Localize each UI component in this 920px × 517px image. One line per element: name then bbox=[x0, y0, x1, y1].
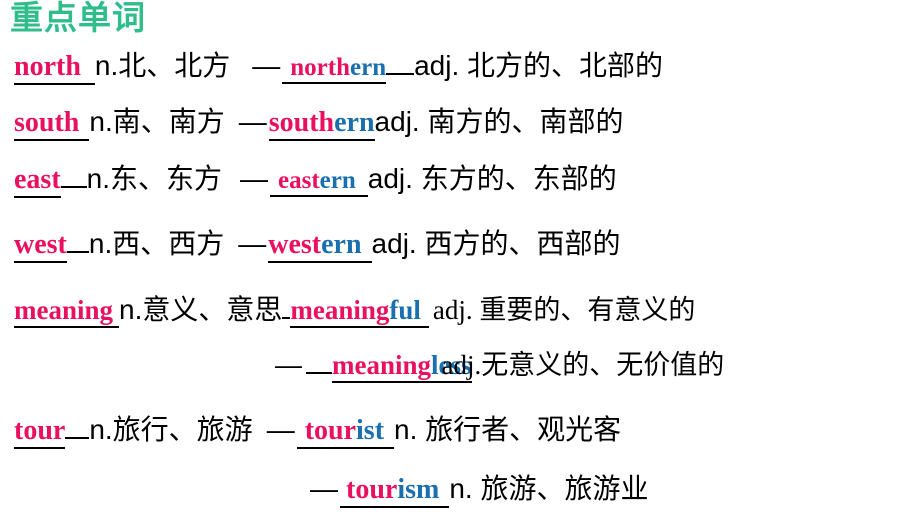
word-east: east bbox=[14, 164, 61, 198]
gloss-east-noun: n.东、东方 bbox=[86, 163, 223, 194]
blank-underline bbox=[306, 346, 332, 374]
connector-south: — bbox=[238, 106, 267, 137]
connector-meaningless: — bbox=[275, 350, 302, 380]
gloss-north-noun: n.北、北方 bbox=[94, 50, 231, 81]
vocabulary-row-west: west n.西、西方 —western adj. 西方的、西部的 bbox=[14, 222, 621, 263]
gloss-tourism-noun: n. 旅游、旅游业 bbox=[449, 473, 649, 504]
gloss-western-adj: adj. 西方的、西部的 bbox=[371, 228, 621, 259]
word-eastern-suffix: ern bbox=[319, 167, 368, 197]
gloss-south-noun: n.南、南方 bbox=[89, 106, 225, 137]
word-west: west bbox=[14, 229, 67, 263]
connector-tourism: — bbox=[310, 473, 338, 504]
blank-underline bbox=[386, 46, 415, 75]
gloss-eastern-adj: adj. 东方的、东部的 bbox=[367, 163, 617, 194]
gloss-tour-noun: n.旅行、旅游 bbox=[89, 414, 253, 445]
vocabulary-row-meaningless: — meaninglessadj.无意义的、无价值的 bbox=[275, 343, 754, 383]
gloss-west-noun: n.西、西方 bbox=[88, 228, 225, 259]
word-north: north bbox=[14, 51, 95, 85]
word-southern-suffix: ern bbox=[334, 107, 375, 141]
blank-underline bbox=[60, 159, 87, 188]
word-western-suffix: ern bbox=[321, 229, 372, 263]
vocabulary-row-south: south n.南、南方 —southernadj. 南方的、南部的 bbox=[14, 100, 624, 141]
page-title: 重点单词 bbox=[10, 0, 146, 36]
word-tour: tour bbox=[14, 415, 66, 449]
connector-tour: — bbox=[266, 414, 295, 445]
connector-east: — bbox=[240, 163, 269, 194]
word-meaningless-root: meaning bbox=[332, 350, 432, 383]
word-tourist-suffix: ist bbox=[356, 415, 395, 449]
vocabulary-row-tour: tour n.旅行、旅游 — tourist n. 旅行者、观光客 bbox=[14, 408, 622, 449]
connector-west: — bbox=[238, 228, 267, 259]
word-meaning: meaning bbox=[14, 295, 120, 328]
connector-north: — bbox=[252, 50, 281, 81]
word-meaningful-root: meaning bbox=[290, 295, 390, 328]
gloss-meaningful-adj: adj. 重要的、有意义的 bbox=[432, 295, 696, 325]
word-tourist-root: tour bbox=[296, 415, 357, 449]
gloss-meaningless-adj: adj.无意义的、无价值的 bbox=[441, 350, 725, 380]
gloss-tourist-noun: n. 旅行者、观光客 bbox=[394, 414, 622, 445]
vocabulary-row-east: east n.东、东方 — eastern adj. 东方的、东部的 bbox=[14, 157, 617, 198]
word-northern-root: north bbox=[282, 54, 350, 84]
word-eastern-root: east bbox=[270, 167, 320, 197]
vocabulary-row-north: north n.北、北方 — northern adj. 北方的、北部的 bbox=[14, 44, 664, 85]
word-southern-root: south bbox=[268, 107, 335, 141]
vocabulary-row-meaning: meaning n.意义、意思 meaningful adj. 重要的、有意义的 bbox=[14, 288, 695, 328]
word-northern-suffix: ern bbox=[350, 54, 387, 84]
blank-underline bbox=[65, 410, 90, 439]
word-meaningful-suffix: ful bbox=[389, 295, 429, 328]
gloss-meaning-noun: n.意义、意思 bbox=[119, 294, 283, 325]
word-western-root: west bbox=[268, 229, 322, 263]
word-tourism-root: tour bbox=[340, 474, 398, 508]
word-south: south bbox=[14, 107, 90, 141]
blank-underline bbox=[66, 224, 89, 253]
gloss-northern-adj: adj. 北方的、北部的 bbox=[414, 50, 664, 81]
gloss-southern-adj: adj. 南方的、南部的 bbox=[374, 106, 624, 137]
word-tourism-suffix: ism bbox=[397, 474, 450, 508]
vocabulary-row-tourism: — tourism n. 旅游、旅游业 bbox=[310, 467, 649, 508]
